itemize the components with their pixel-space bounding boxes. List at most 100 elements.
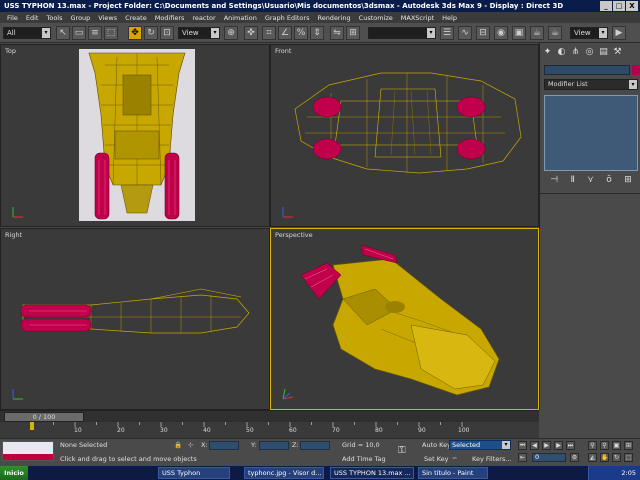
menu-create[interactable]: Create xyxy=(121,14,151,22)
key-mode-dropdown[interactable]: Selected ▾ xyxy=(449,440,511,450)
lock-selection-icon[interactable]: 🔒 xyxy=(174,441,182,449)
key-mode-toggle-icon[interactable]: ⇤ xyxy=(518,453,527,462)
zoom-extents-all-icon[interactable]: ⊞ xyxy=(624,441,633,450)
curve-editor-icon[interactable]: ∿ xyxy=(458,26,472,40)
auto-key-button[interactable]: Auto Key xyxy=(422,441,451,449)
pin-stack-icon[interactable]: ⊣ xyxy=(550,175,558,187)
render-type-dropdown[interactable]: View ▾ xyxy=(570,27,608,39)
zoom-icon[interactable]: ⚲ xyxy=(588,441,597,450)
close-button[interactable]: X xyxy=(626,1,638,11)
display-tab-icon[interactable]: ▤ xyxy=(598,47,609,58)
viewport-right[interactable]: Right xyxy=(0,228,270,410)
menu-reactor[interactable]: reactor xyxy=(188,14,219,22)
menu-file[interactable]: File xyxy=(3,14,22,22)
select-icon[interactable]: ↖ xyxy=(56,26,70,40)
object-color-swatch[interactable] xyxy=(632,65,640,75)
configure-sets-icon[interactable]: ⊞ xyxy=(624,175,632,187)
previous-frame-icon[interactable]: ◀ xyxy=(530,441,539,450)
pan-icon[interactable]: ✋ xyxy=(600,453,609,462)
minimize-button[interactable]: _ xyxy=(600,1,612,11)
viewport-front[interactable]: Front xyxy=(270,44,539,227)
taskbar-item[interactable]: USS Typhon xyxy=(158,467,230,479)
time-config-icon[interactable]: ⚙ xyxy=(570,453,579,462)
create-tab-icon[interactable]: ✦ xyxy=(542,47,553,58)
menu-graph-editors[interactable]: Graph Editors xyxy=(261,14,314,22)
menu-customize[interactable]: Customize xyxy=(355,14,397,22)
x-coordinate-field[interactable] xyxy=(209,441,239,450)
mirror-icon[interactable]: ⇋ xyxy=(330,26,344,40)
z-coordinate-field[interactable] xyxy=(300,441,330,450)
current-frame-field[interactable]: 0 xyxy=(532,453,566,462)
render-setup-icon[interactable]: ▣ xyxy=(512,26,526,40)
align-icon[interactable]: ⊞ xyxy=(346,26,360,40)
scale-icon[interactable]: ⊡ xyxy=(160,26,174,40)
add-time-tag-button[interactable]: Add Time Tag xyxy=(342,455,386,463)
render-last-icon[interactable]: ▶ xyxy=(612,26,626,40)
maximize-viewport-icon[interactable]: ⬚ xyxy=(624,453,633,462)
ref-coord-dropdown[interactable]: View ▾ xyxy=(178,27,220,39)
menu-animation[interactable]: Animation xyxy=(220,14,261,22)
absolute-mode-icon[interactable]: ⊹ xyxy=(188,441,193,449)
angle-snap-icon[interactable]: ∠ xyxy=(278,26,292,40)
selection-filter-dropdown[interactable]: All ▾ xyxy=(3,27,51,39)
show-end-result-icon[interactable]: Ⅱ xyxy=(570,175,574,187)
layer-icon[interactable]: ☰ xyxy=(440,26,454,40)
schematic-icon[interactable]: ⊟ xyxy=(476,26,490,40)
remove-modifier-icon[interactable]: ŏ xyxy=(606,175,612,187)
material-editor-icon[interactable]: ◉ xyxy=(494,26,508,40)
maximize-button[interactable]: □ xyxy=(613,1,625,11)
arc-rotate-icon[interactable]: ↻ xyxy=(612,453,621,462)
menu-maxscript[interactable]: MAXScript xyxy=(397,14,438,22)
set-key-icon[interactable]: ∽ xyxy=(452,454,457,462)
taskbar-item[interactable]: USS TYPHON 13.max ... xyxy=(330,467,414,479)
move-icon[interactable]: ✥ xyxy=(128,26,142,40)
zoom-all-icon[interactable]: ⚲ xyxy=(600,441,609,450)
time-slider-thumb[interactable]: 0 / 100 xyxy=(4,412,84,422)
select-manip-icon[interactable]: ✜ xyxy=(244,26,258,40)
time-slider[interactable]: 0 / 100 xyxy=(0,410,539,422)
quick-render-icon[interactable]: ☕ xyxy=(548,26,562,40)
object-name-field[interactable] xyxy=(544,65,630,75)
menu-rendering[interactable]: Rendering xyxy=(313,14,354,22)
menu-edit[interactable]: Edit xyxy=(22,14,43,22)
make-unique-icon[interactable]: ⋎ xyxy=(587,175,594,187)
render-icon[interactable]: ☕ xyxy=(530,26,544,40)
menu-modifiers[interactable]: Modifiers xyxy=(151,14,189,22)
go-to-start-icon[interactable]: ⏮ xyxy=(518,441,527,450)
window-crossing-icon[interactable]: ⬚ xyxy=(104,26,118,40)
snap-icon[interactable]: ⌗ xyxy=(262,26,276,40)
viewport-top[interactable]: Top xyxy=(0,44,270,227)
field-of-view-icon[interactable]: ◭ xyxy=(588,453,597,462)
select-region-icon[interactable]: ▭ xyxy=(72,26,86,40)
spinner-snap-icon[interactable]: ⇕ xyxy=(310,26,324,40)
utilities-tab-icon[interactable]: ⚒ xyxy=(612,47,623,58)
named-selection-dropdown[interactable]: ▾ xyxy=(368,27,436,39)
trackbar[interactable]: 10 20 30 40 50 60 70 80 90 100 xyxy=(0,422,539,438)
set-key-button[interactable]: Set Key xyxy=(424,455,449,463)
modify-tab-icon[interactable]: ◐ xyxy=(556,47,567,58)
taskbar-item[interactable]: Sin título - Paint xyxy=(418,467,488,479)
menu-tools[interactable]: Tools xyxy=(42,14,66,22)
start-button[interactable]: Inicio xyxy=(0,466,28,480)
modifier-list-dropdown[interactable]: Modifier List ▾ xyxy=(544,79,638,90)
chevron-down-icon: ▾ xyxy=(502,441,510,449)
play-icon[interactable]: ▶ xyxy=(542,441,551,450)
maxscript-listener-mini[interactable] xyxy=(2,441,54,461)
menu-group[interactable]: Group xyxy=(67,14,95,22)
viewport-perspective[interactable]: Perspective xyxy=(270,228,539,410)
zoom-extents-icon[interactable]: ▣ xyxy=(612,441,621,450)
hierarchy-tab-icon[interactable]: ⋔ xyxy=(570,47,581,58)
taskbar-item[interactable]: typhonc.jpg - Visor d... xyxy=(244,467,324,479)
select-name-icon[interactable]: ≡ xyxy=(88,26,102,40)
menu-help[interactable]: Help xyxy=(438,14,461,22)
rotate-icon[interactable]: ↻ xyxy=(144,26,158,40)
pivot-icon[interactable]: ⊕ xyxy=(224,26,238,40)
go-to-end-icon[interactable]: ⏭ xyxy=(566,441,575,450)
motion-tab-icon[interactable]: ◎ xyxy=(584,47,595,58)
key-filters-button[interactable]: Key Filters... xyxy=(472,455,512,463)
next-frame-icon[interactable]: ▶ xyxy=(554,441,563,450)
y-coordinate-field[interactable] xyxy=(259,441,289,450)
menu-views[interactable]: Views xyxy=(94,14,121,22)
modifier-stack[interactable] xyxy=(544,95,638,171)
percent-snap-icon[interactable]: % xyxy=(294,26,308,40)
